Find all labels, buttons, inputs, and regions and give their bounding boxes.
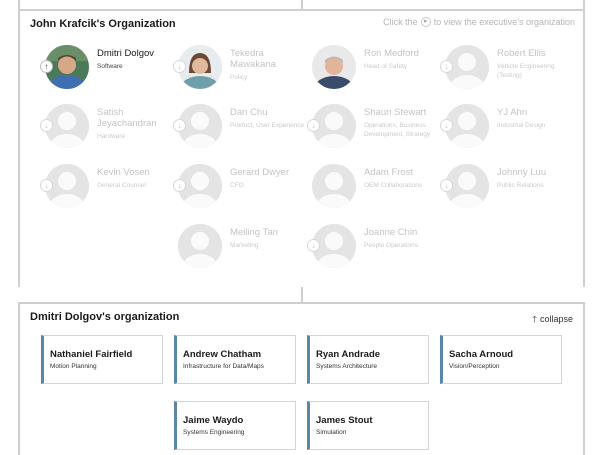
executive-card[interactable]: ↓ Tekedra Mawakana Policy bbox=[173, 45, 303, 95]
executive-card[interactable]: ↓ Joanne Chin People Operations bbox=[307, 224, 437, 274]
report-card[interactable]: Nathaniel Fairfield Motion Planning bbox=[41, 335, 163, 384]
report-title: Systems Architecture bbox=[316, 363, 378, 370]
report-name: Andrew Chatham bbox=[183, 349, 262, 360]
executive-title: Vehicle Engineering (Testing) bbox=[497, 63, 555, 79]
executive-title: Software bbox=[97, 63, 123, 70]
arrow-down-icon[interactable]: ↓ bbox=[440, 179, 453, 192]
executive-card[interactable]: ↓ Dan Chu Product, User Experience bbox=[173, 104, 304, 154]
arrow-down-icon[interactable]: ↓ bbox=[307, 239, 320, 252]
report-name: Nathaniel Fairfield bbox=[50, 349, 133, 360]
dolgov-organization-panel: Dmitri Dolgov's organization 🡑 collapse N… bbox=[18, 302, 585, 455]
report-title: Motion Planning bbox=[50, 363, 97, 370]
report-card[interactable]: Jaime Waydo Systems Engineering bbox=[174, 401, 296, 450]
executive-title: Operations, Business Development, Strate… bbox=[364, 122, 431, 138]
arrow-down-icon[interactable]: ↓ bbox=[173, 119, 186, 132]
avatar bbox=[312, 45, 356, 89]
executive-organization-panel: John Krafcik's Organization Click the ▸ … bbox=[18, 9, 585, 287]
arrow-down-icon[interactable]: ↓ bbox=[307, 119, 320, 132]
executive-title: Product, User Experience bbox=[230, 122, 305, 129]
executive-card[interactable]: Meiling Tan Marketing bbox=[173, 224, 303, 274]
avatar bbox=[312, 164, 356, 208]
report-card[interactable]: James Stout Simulation bbox=[307, 401, 429, 450]
arrow-down-icon[interactable]: ↓ bbox=[440, 60, 453, 73]
executive-title: General Counsel bbox=[97, 182, 146, 189]
executive-title: Marketing bbox=[230, 242, 259, 249]
executive-title: Hardware bbox=[97, 133, 126, 140]
executive-title: CFO bbox=[230, 182, 244, 189]
executive-title: People Operations bbox=[364, 242, 418, 249]
arrow-up-icon[interactable]: ↑ bbox=[40, 60, 53, 73]
executive-title: Public Relations bbox=[497, 182, 544, 189]
arrow-down-icon[interactable]: ↓ bbox=[173, 179, 186, 192]
executive-name: Dmitri Dolgov bbox=[97, 48, 155, 59]
executive-card[interactable]: ↓ Robert Ellis Vehicle Engineering (Testin… bbox=[440, 45, 570, 95]
executive-name: Gerard Dwyer bbox=[230, 167, 290, 178]
connector-top-left bbox=[18, 0, 20, 9]
arrow-down-icon[interactable]: ↓ bbox=[173, 60, 186, 73]
executive-name: Johnny Luu bbox=[497, 167, 547, 178]
executive-card[interactable]: Adam Frost OEM Collaborations bbox=[307, 164, 437, 214]
executive-card[interactable]: ↓ Johnny Luu Public Relations bbox=[440, 164, 570, 214]
executive-name: YJ Ahn bbox=[497, 107, 528, 118]
executive-title: Industrial Design bbox=[497, 122, 546, 129]
arrow-up-icon: 🡑 bbox=[532, 314, 537, 324]
executive-name: Ron Medford bbox=[364, 48, 419, 59]
executive-name: Meiling Tan bbox=[230, 227, 278, 238]
report-name: Ryan Andrade bbox=[316, 349, 381, 360]
executive-panel-title: John Krafcik's Organization bbox=[30, 18, 176, 30]
executive-title: Head of Safety bbox=[364, 63, 407, 70]
executive-name: Joanne Chin bbox=[364, 227, 418, 238]
arrow-down-icon[interactable]: ↓ bbox=[40, 179, 53, 192]
report-title: Systems Engineering bbox=[183, 429, 245, 436]
executive-panel-header: John Krafcik's Organization Click the ▸ … bbox=[20, 11, 583, 37]
arrow-down-icon[interactable]: ↓ bbox=[440, 119, 453, 132]
executive-card[interactable]: ↓ Shaun Stewart Operations, Business Devel… bbox=[307, 104, 437, 154]
org-panel-title: Dmitri Dolgov's organization bbox=[30, 311, 180, 323]
hint-text-before: Click the bbox=[383, 17, 418, 27]
executive-card[interactable]: ↓ YJ Ahn Industrial Design bbox=[440, 104, 570, 154]
report-name: Jaime Waydo bbox=[183, 415, 244, 426]
executive-title: OEM Collaborations bbox=[364, 182, 423, 189]
report-name: Sacha Arnoud bbox=[449, 349, 514, 360]
collapse-label: collapse bbox=[539, 314, 573, 324]
report-card[interactable]: Andrew Chatham Infrastructure for Data/Ma… bbox=[174, 335, 296, 384]
executive-name: Adam Frost bbox=[364, 167, 414, 178]
report-title: Infrastructure for Data/Maps bbox=[183, 363, 264, 370]
executive-name: Shaun Stewart bbox=[364, 107, 427, 118]
avatar bbox=[178, 224, 222, 268]
connector-top-center bbox=[301, 0, 303, 9]
executive-name: Robert Ellis bbox=[497, 48, 546, 59]
executive-card[interactable]: Ron Medford Head of Safety bbox=[307, 45, 437, 95]
executive-card[interactable]: ↓ Gerard Dwyer CFO bbox=[173, 164, 303, 214]
executive-title: Policy bbox=[230, 74, 248, 81]
executive-card[interactable]: ↑ Dmitri Dolgov Software bbox=[40, 45, 170, 95]
executive-card[interactable]: ↓ Satish Jeyachandran Hardware bbox=[40, 104, 170, 154]
report-name: James Stout bbox=[316, 415, 373, 426]
report-card[interactable]: Sacha Arnoud Vision/Perception bbox=[440, 335, 562, 384]
collapse-button[interactable]: 🡑 collapse bbox=[532, 312, 573, 328]
executive-panel-hint: Click the ▸ to view the executive's orga… bbox=[383, 17, 575, 27]
executive-name: Satish Jeyachandran bbox=[97, 107, 157, 129]
executive-card[interactable]: ↓ Kevin Vosen General Counsel bbox=[40, 164, 170, 214]
executive-name: Tekedra Mawakana bbox=[230, 48, 276, 70]
arrow-down-icon[interactable]: ↓ bbox=[40, 119, 53, 132]
executive-name: Kevin Vosen bbox=[97, 167, 150, 178]
connector-middle bbox=[301, 287, 303, 302]
report-title: Simulation bbox=[316, 429, 347, 436]
report-card[interactable]: Ryan Andrade Systems Architecture bbox=[307, 335, 429, 384]
report-title: Vision/Perception bbox=[449, 363, 500, 370]
executive-name: Dan Chu bbox=[230, 107, 268, 118]
hint-expand-icon: ▸ bbox=[420, 17, 431, 27]
connector-top-right bbox=[583, 0, 585, 9]
org-panel-header: Dmitri Dolgov's organization 🡑 collapse bbox=[20, 304, 583, 330]
hint-text-after: to view the executive's organization bbox=[433, 17, 575, 27]
